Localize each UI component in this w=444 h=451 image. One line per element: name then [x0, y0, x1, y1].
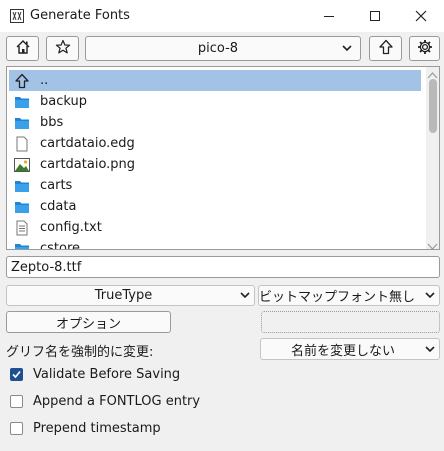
list-item-label: cdata: [40, 199, 77, 214]
list-item-label: config.txt: [40, 220, 102, 235]
folder-icon: [13, 114, 31, 132]
folder-icon: [13, 177, 31, 195]
checkmark-icon: [12, 370, 21, 379]
list-item[interactable]: config.txt: [9, 217, 421, 238]
rename-glyphs-label: グリフ名を強制的に変更:: [6, 345, 154, 360]
folder-icon: [13, 198, 31, 216]
validate-before-saving-label[interactable]: Validate Before Saving: [33, 367, 180, 382]
bookmark-button[interactable]: [46, 36, 79, 61]
list-item-label: ..: [40, 73, 49, 88]
scrollbar-thumb[interactable]: [429, 79, 437, 133]
list-item-label: cstore: [40, 241, 81, 250]
text-file-icon: [13, 219, 31, 237]
validate-before-saving-checkbox[interactable]: [10, 368, 23, 381]
list-item-label: cartdataio.edg: [40, 136, 135, 151]
chevron-down-icon: [425, 342, 435, 357]
list-item-label: cartdataio.png: [40, 157, 136, 172]
window-title: Generate Fonts: [30, 8, 130, 23]
bitmap-format-value: ビットマップフォント無し: [259, 290, 416, 305]
image-file-icon: [13, 156, 31, 174]
append-fontlog-label[interactable]: Append a FONTLOG entry: [33, 394, 200, 409]
star-icon: [55, 39, 71, 59]
filename-input[interactable]: [6, 256, 440, 278]
scroll-up-arrow-icon[interactable]: [427, 68, 438, 79]
file-list[interactable]: .. backup bbs cartdataio.edg cartdataio.…: [6, 66, 440, 250]
list-item-label: bbs: [40, 115, 64, 130]
up-arrow-icon: [13, 72, 31, 90]
list-item-parent-directory[interactable]: ..: [9, 70, 421, 91]
settings-button[interactable]: [409, 36, 440, 61]
bitmap-format-select[interactable]: ビットマップフォント無し: [258, 285, 440, 306]
empty-field: [261, 311, 440, 333]
list-item[interactable]: cartdataio.edg: [9, 133, 421, 154]
list-item[interactable]: cartdataio.png: [9, 154, 421, 175]
list-item[interactable]: backup: [9, 91, 421, 112]
outline-format-select[interactable]: TrueType: [6, 285, 255, 306]
prepend-timestamp-label[interactable]: Prepend timestamp: [33, 421, 161, 436]
prepend-timestamp-checkbox[interactable]: [10, 422, 23, 435]
folder-icon: [13, 240, 31, 249]
blank-file-icon: [13, 135, 31, 153]
parent-directory-button[interactable]: [369, 36, 402, 61]
list-item-label: backup: [40, 94, 87, 109]
maximize-button[interactable]: [352, 0, 398, 32]
outline-format-value: TrueType: [94, 288, 153, 303]
list-item[interactable]: bbs: [9, 112, 421, 133]
home-button[interactable]: [6, 36, 39, 61]
list-item[interactable]: cdata: [9, 196, 421, 217]
rename-glyphs-select[interactable]: 名前を変更しない: [260, 338, 440, 360]
up-arrow-icon: [378, 39, 394, 59]
folder-icon: [13, 93, 31, 111]
scroll-down-arrow-icon[interactable]: [427, 240, 438, 250]
chevron-down-icon: [342, 41, 352, 56]
chevron-down-icon: [240, 288, 250, 303]
chevron-down-icon: [425, 288, 435, 303]
gear-icon: [417, 39, 433, 59]
append-fontlog-checkbox[interactable]: [10, 395, 23, 408]
rename-glyphs-value: 名前を変更しない: [290, 343, 395, 359]
list-item[interactable]: carts: [9, 175, 421, 196]
list-item-label: carts: [40, 178, 73, 193]
minimize-button[interactable]: [306, 0, 352, 32]
directory-value: pico-8: [197, 41, 239, 56]
home-icon: [15, 39, 31, 59]
app-icon: [10, 9, 24, 23]
directory-select[interactable]: pico-8: [85, 36, 361, 61]
options-button[interactable]: オプション: [6, 311, 171, 333]
list-item[interactable]: cstore: [9, 238, 421, 250]
close-button[interactable]: [398, 0, 444, 32]
